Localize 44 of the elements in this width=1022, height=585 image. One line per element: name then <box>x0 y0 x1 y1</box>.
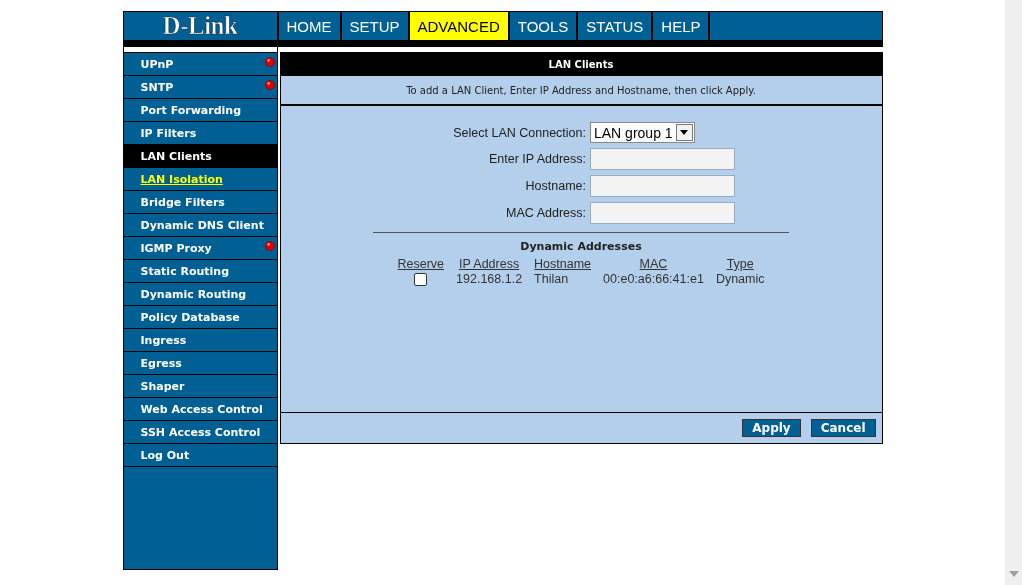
table-cell: 192.168.1.2 <box>456 272 523 286</box>
action-button[interactable]: Apply <box>742 419 801 437</box>
sidebar-item[interactable]: IGMP Proxy <box>123 237 277 260</box>
sidebar-item[interactable]: Ingress <box>123 329 277 352</box>
sidebar-item[interactable]: UPnP <box>123 53 277 76</box>
sidebar-item[interactable]: Log Out <box>123 444 277 467</box>
input-field[interactable] <box>590 175 735 197</box>
sidebar-item[interactable]: Static Routing <box>123 260 277 283</box>
column-header[interactable]: MAC <box>603 257 704 271</box>
lan-connection-select[interactable]: LAN group 1 <box>590 122 695 143</box>
field-label: Select LAN Connection: <box>453 125 586 140</box>
sidebar-item[interactable]: SNTP <box>123 76 277 99</box>
input-field[interactable] <box>590 148 735 170</box>
sidebar-item[interactable]: Policy Database <box>123 306 277 329</box>
nav-tab[interactable]: ADVANCED <box>409 12 510 40</box>
action-button[interactable]: Cancel <box>810 419 876 437</box>
sidebar-item[interactable]: Port Forwarding <box>123 99 277 122</box>
table-cell: 00:e0:a6:66:41:e1 <box>603 272 704 286</box>
sidebar-item[interactable]: Dynamic DNS Client <box>123 214 277 237</box>
column-header[interactable]: IP Address <box>456 257 523 271</box>
column-header[interactable]: Type <box>715 257 765 271</box>
scrollbar[interactable] <box>1005 0 1022 585</box>
field-label: MAC Address: <box>506 206 586 220</box>
reserve-checkbox[interactable] <box>414 272 428 286</box>
sidebar-item[interactable]: LAN Clients <box>123 145 277 168</box>
logo: D-Link <box>162 12 238 40</box>
column-header[interactable]: Reserve <box>397 257 445 271</box>
sidebar-item[interactable]: Egress <box>123 352 277 375</box>
column-header[interactable]: Hostname <box>534 257 592 271</box>
section-title: Dynamic Addresses <box>520 240 642 253</box>
instruction-text: To add a LAN Client, Enter IP Address and Hostname, then click Apply. <box>406 84 756 96</box>
field-label: Enter IP Address: <box>488 152 586 166</box>
input-field[interactable] <box>590 202 735 224</box>
sidebar-item[interactable]: Shaper <box>123 375 277 398</box>
table-cell-text: Thilan <box>534 272 570 286</box>
sidebar-item[interactable]: Dynamic Routing <box>123 283 277 306</box>
panel-title: LAN Clients <box>548 58 614 70</box>
sidebar-item[interactable]: SSH Access Control <box>123 421 277 444</box>
table-cell: Dynamic <box>715 272 765 286</box>
scroll-down-icon[interactable] <box>1008 571 1019 577</box>
sidebar-item[interactable]: LAN Isolation <box>123 168 277 191</box>
field-label: Hostname: <box>525 179 586 193</box>
sidebar-item[interactable]: Bridge Filters <box>123 191 277 214</box>
sidebar-item[interactable]: Web Access Control <box>123 398 277 421</box>
